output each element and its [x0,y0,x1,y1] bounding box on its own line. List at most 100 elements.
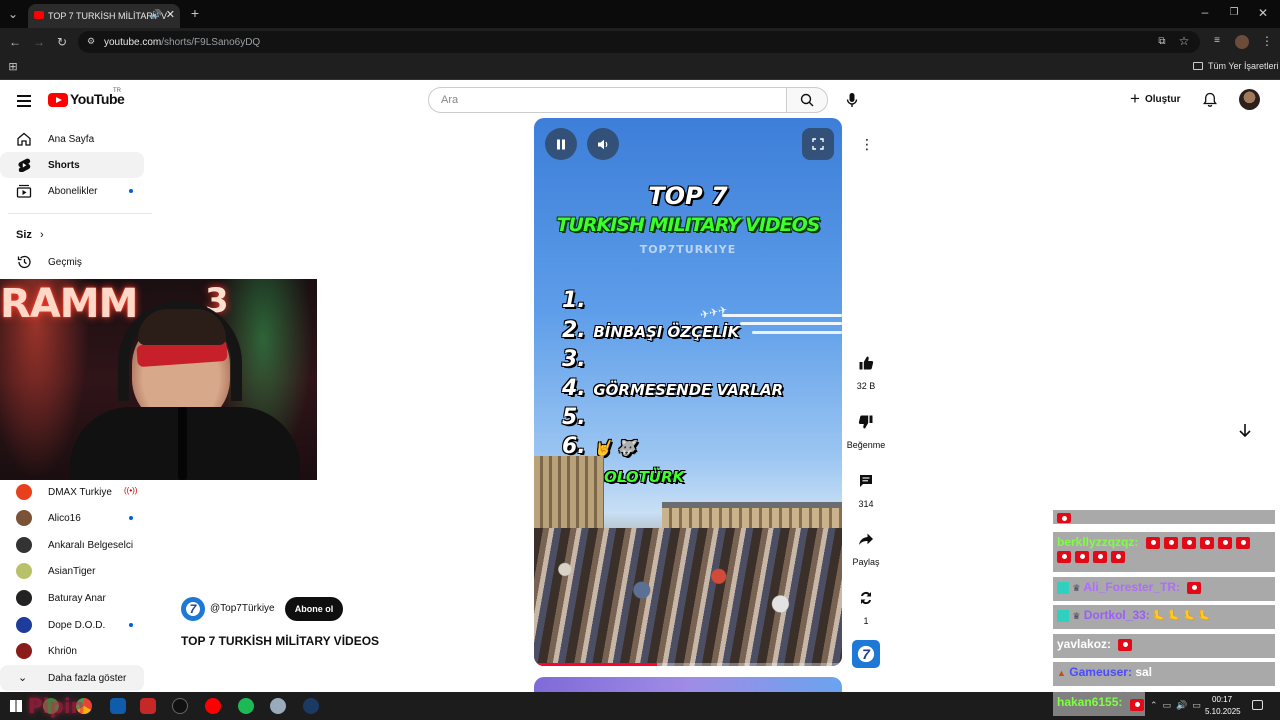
sidebar-show-more[interactable]: ⌄ Daha fazla göster [0,665,144,691]
you-section-label: Siz [16,229,32,241]
subscribe-button[interactable]: Abone ol [285,597,343,621]
history-icon [17,255,31,269]
chat-message: ♛ Ali_Forester_TR: [1053,577,1275,601]
media-control-icon[interactable]: ≡ [1210,35,1224,47]
microphone-icon[interactable] [846,92,858,108]
next-short-preview[interactable] [534,677,842,692]
streamer-microphone [178,407,187,480]
sidebar-channel-alico16[interactable]: Alico16 [0,505,144,531]
site-info-icon[interactable]: ⚙ [87,36,95,47]
taskbar-app-icon[interactable] [270,698,286,714]
new-content-dot [129,189,133,193]
profile-avatar[interactable] [1235,35,1249,49]
search-button[interactable] [786,87,828,113]
channel-name: Baturay Anar [48,592,106,604]
share-button[interactable]: Paylaş [842,531,890,567]
taskbar-app-icon[interactable] [140,698,156,714]
create-button[interactable]: + Oluştur [1130,90,1181,107]
audio-icon[interactable]: 🔊 [151,9,162,20]
sidebar-channel-ankarali[interactable]: Ankaralı Belgeselci [0,532,144,558]
sidebar-channel-asiantiger[interactable]: AsianTiger [0,558,144,584]
apps-grid-icon[interactable]: ⊞ [6,61,20,73]
remix-count: 1 [863,616,869,626]
turkish-flag-icon [1142,535,1250,549]
more-options-icon[interactable]: ⋮ [860,136,874,153]
notification-center-icon[interactable] [1252,700,1263,710]
channel-thumbnail-avatar[interactable]: 7 [852,640,880,668]
all-bookmarks-button[interactable]: Tüm Yer İşaretleri [1193,61,1279,71]
pause-button[interactable] [545,128,577,160]
turkish-flag-icon [1187,581,1202,594]
comments-button[interactable]: 314 [842,473,890,509]
sidebar-channel-baturay[interactable]: Baturay Anar [0,585,144,611]
you-section-header[interactable]: Siz › [16,229,44,241]
reload-icon[interactable]: ↻ [55,36,69,48]
dislike-button[interactable]: Beğenme [842,414,890,450]
close-tab-icon[interactable]: ✕ [166,8,175,21]
shorts-video-player[interactable]: TOP 7 TURKISH MILITARY VIDEOS TOP7TURKIY… [534,118,842,666]
crown-badge-icon: ♛ [1072,583,1081,593]
chat-username: Dortkol_33: [1083,608,1150,622]
chat-message: berkllyzzqzqz: [1053,532,1275,572]
chevron-right-icon: › [39,229,44,241]
arrow-down-icon[interactable] [1238,423,1252,438]
steam-taskbar-icon[interactable] [303,698,319,714]
windows-taskbar: Pipin hakan6155: ⌃▭🔊▭ 00:17 5.10.2025 [0,692,1280,720]
sidebar-channel-khrion[interactable]: Khri0n [0,638,144,664]
sidebar-item-subscriptions[interactable]: Abonelikler [0,178,144,204]
chat-username: Ali_Forester_TR: [1083,580,1181,594]
install-icon[interactable]: ⧉ [1155,36,1169,48]
url-input[interactable]: ⚙ youtube.com/shorts/F9LSano6yDQ [78,31,1200,53]
sidebar-item-history[interactable]: Geçmiş [0,249,144,275]
channel-avatar[interactable]: 7 [181,597,205,621]
tab-search-icon[interactable]: ⌄ [6,8,20,20]
video-title[interactable]: TOP 7 TURKİSH MİLİTARY VİDEOS [181,634,379,648]
channel-avatar [16,563,32,579]
video-overlay-subtitle: TURKISH MILITARY VIDEOS [556,214,821,236]
taskbar-app-icon[interactable] [172,698,188,714]
volume-button[interactable] [587,128,619,160]
search-input[interactable]: Ara [428,87,786,113]
fullscreen-icon [812,138,824,150]
all-bookmarks-label: Tüm Yer İşaretleri [1208,61,1279,71]
channel-avatar [16,484,32,500]
share-label: Paylaş [852,557,880,567]
close-window-icon[interactable]: ✕ [1256,7,1270,19]
windows-start-icon[interactable] [10,700,22,712]
sidebar-channel-dmax[interactable]: DMAX Turkiye ((•)) [0,479,144,505]
channel-avatar [16,617,32,633]
sidebar-channel-dope[interactable]: Dope D.O.D. [0,612,144,638]
clock-date[interactable]: 5.10.2025 [1205,707,1241,716]
forward-icon[interactable]: → [32,36,46,48]
menu-icon[interactable] [17,92,31,110]
restore-icon[interactable]: ❐ [1227,7,1241,19]
taskbar-app-icon[interactable] [110,698,126,714]
more-menu-icon[interactable]: ⋮ [1260,35,1274,47]
tab-title: TOP 7 TURKİSH MİLİTARY V [48,11,168,21]
account-avatar[interactable] [1239,89,1260,110]
pause-icon [557,139,565,149]
channel-handle[interactable]: @Top7Türkiye [210,603,275,614]
new-tab-icon[interactable]: + [188,6,202,20]
spotify-taskbar-icon[interactable] [238,698,254,714]
show-more-label: Daha fazla göster [48,672,127,684]
system-tray-icons[interactable]: ⌃▭🔊▭ [1150,700,1206,711]
sidebar-item-label: Ana Sayfa [48,133,95,145]
remix-button[interactable]: 1 [842,590,890,626]
address-bar-row: ← → ↻ ⚙ youtube.com/shorts/F9LSano6yDQ ⧉… [0,28,1280,56]
sidebar-item-shorts[interactable]: Shorts [0,152,144,178]
back-icon[interactable]: ← [8,36,22,48]
video-progress-track[interactable] [534,663,842,666]
minimize-icon[interactable]: – [1198,6,1212,18]
chat-text: sal [1135,665,1152,679]
channel-name: Dope D.O.D. [48,619,106,631]
bookmark-star-icon[interactable]: ☆ [1177,35,1191,47]
clock-time[interactable]: 00:17 [1212,695,1232,704]
sidebar-item-home[interactable]: Ana Sayfa [0,126,144,152]
like-button[interactable]: 32 B [842,355,890,391]
notification-bell-icon[interactable] [1203,92,1217,108]
browser-tab-active[interactable]: TOP 7 TURKİSH MİLİTARY V 🔊 ✕ [28,4,180,28]
youtube-taskbar-icon[interactable] [205,698,221,714]
fullscreen-button[interactable] [802,128,834,160]
comment-count: 314 [858,499,874,509]
